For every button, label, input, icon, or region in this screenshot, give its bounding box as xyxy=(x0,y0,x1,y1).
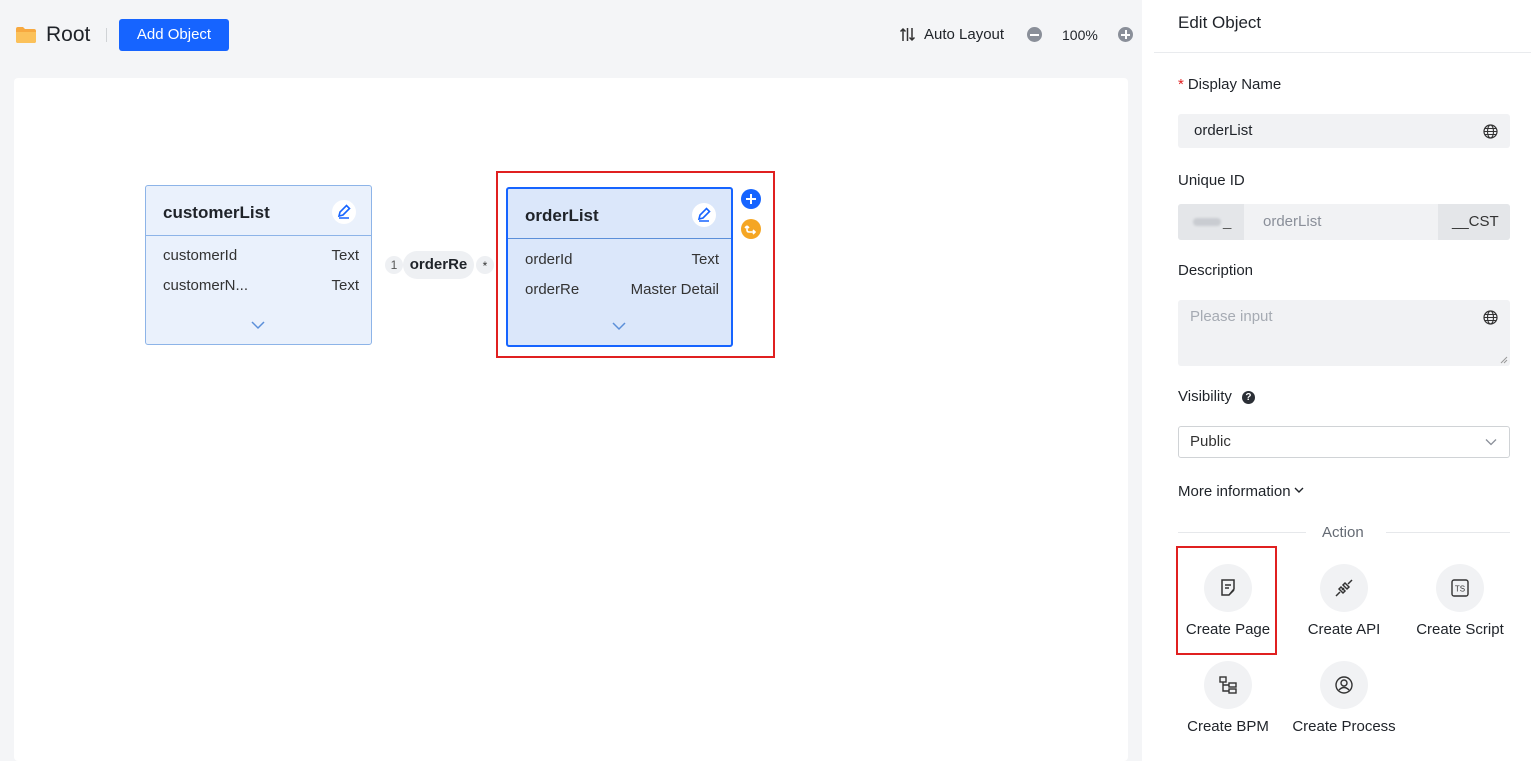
display-name-label: * Display Name xyxy=(1178,76,1282,93)
create-script-action[interactable]: TS Create Script xyxy=(1402,564,1518,660)
description-textarea[interactable]: Please input xyxy=(1178,300,1510,366)
unique-id-suffix: __CST xyxy=(1438,204,1510,240)
chevron-down-icon[interactable] xyxy=(251,321,265,330)
link-icon[interactable] xyxy=(741,219,761,239)
card-divider xyxy=(146,235,371,236)
auto-layout-icon[interactable] xyxy=(899,26,916,43)
globe-icon[interactable] xyxy=(1483,310,1498,325)
zoom-level: 100% xyxy=(1062,27,1098,43)
divider xyxy=(1386,532,1510,533)
object-card-orderlist[interactable]: orderList orderId Text orderRe Master De… xyxy=(506,187,733,347)
unique-id-label: Unique ID xyxy=(1178,172,1245,189)
field-name: orderRe xyxy=(525,281,580,298)
svg-text:TS: TS xyxy=(1455,585,1465,594)
ts-script-icon: TS xyxy=(1436,564,1484,612)
field-name: customerId xyxy=(163,247,238,264)
object-card-customerlist[interactable]: customerList customerId Text customerN..… xyxy=(145,185,372,345)
action-section-title: Action xyxy=(1322,524,1364,541)
globe-icon[interactable] xyxy=(1483,124,1498,139)
create-process-action[interactable]: Create Process xyxy=(1286,661,1402,757)
unique-id-prefix: _ xyxy=(1178,204,1244,240)
chevron-down-icon xyxy=(1485,439,1497,446)
divider xyxy=(1154,52,1531,53)
create-api-action[interactable]: Create API xyxy=(1286,564,1402,660)
edit-icon[interactable] xyxy=(332,200,356,224)
folder-icon xyxy=(16,27,36,43)
edit-object-panel: Edit Object * Display Name orderList Uniq… xyxy=(1154,0,1531,761)
page-title: Root xyxy=(46,23,91,46)
more-information-toggle[interactable]: More information xyxy=(1178,483,1304,500)
field-name: orderId xyxy=(525,251,573,268)
visibility-select[interactable]: Public xyxy=(1178,426,1510,458)
api-plug-icon xyxy=(1320,564,1368,612)
field-type: Text xyxy=(331,277,359,294)
display-name-input[interactable]: orderList xyxy=(1178,114,1510,148)
process-icon xyxy=(1320,661,1368,709)
chevron-down-icon xyxy=(1294,487,1304,493)
toolbar: Root Add Object Auto Layout 100% xyxy=(0,0,1142,70)
divider xyxy=(106,28,107,42)
object-title: orderList xyxy=(525,206,599,225)
create-bpm-action[interactable]: Create BPM xyxy=(1170,661,1286,757)
field-type: Master Detail xyxy=(630,281,719,298)
divider xyxy=(1178,532,1306,533)
help-icon[interactable]: ? xyxy=(1241,391,1255,404)
visibility-label: Visibility? xyxy=(1178,388,1255,405)
bpm-tree-icon xyxy=(1204,661,1252,709)
relation-label[interactable]: orderRe xyxy=(403,251,474,279)
edit-icon[interactable] xyxy=(692,203,716,227)
field-name: customerN... xyxy=(163,277,249,294)
zoom-out-icon[interactable] xyxy=(1027,27,1042,42)
add-relation-icon[interactable] xyxy=(741,189,761,209)
zoom-in-icon[interactable] xyxy=(1118,27,1133,42)
unique-id-input[interactable]: _ orderList __CST xyxy=(1178,204,1510,240)
card-divider xyxy=(508,238,731,239)
cardinality-one: 1 xyxy=(385,256,403,274)
auto-layout-button[interactable]: Auto Layout xyxy=(924,26,1004,43)
chevron-down-icon[interactable] xyxy=(612,322,626,331)
highlight-box xyxy=(1176,546,1277,655)
cardinality-many: * xyxy=(476,256,494,274)
field-type: Text xyxy=(691,251,719,268)
field-type: Text xyxy=(331,247,359,264)
workspace: Root Add Object Auto Layout 100% custome… xyxy=(0,0,1142,761)
resize-handle-icon[interactable] xyxy=(1500,356,1508,364)
object-title: customerList xyxy=(163,203,270,222)
add-object-button[interactable]: Add Object xyxy=(119,19,229,51)
description-label: Description xyxy=(1178,262,1254,279)
panel-title: Edit Object xyxy=(1178,13,1262,32)
